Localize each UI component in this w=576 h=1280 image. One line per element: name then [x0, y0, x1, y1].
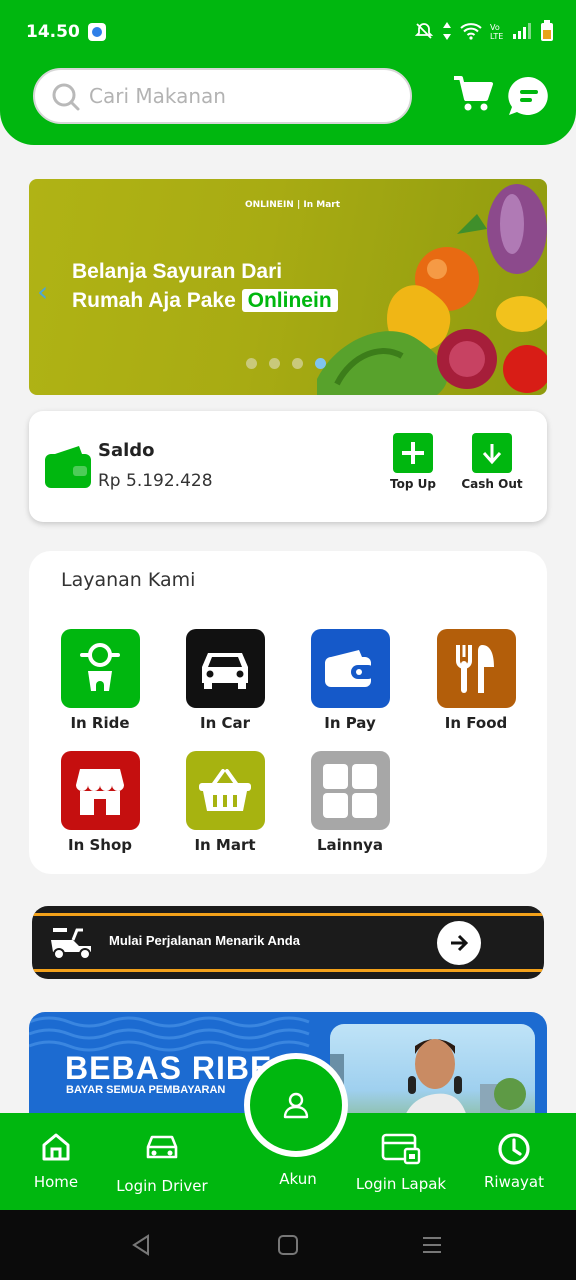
services-title: Layanan Kami — [61, 569, 196, 591]
mute-bell-icon — [414, 23, 434, 39]
payment-banner-title: BEBAS RIBE — [65, 1050, 273, 1086]
svg-text:Vo: Vo — [490, 23, 500, 32]
service-label: In Ride — [70, 714, 130, 732]
carousel-dot[interactable] — [292, 358, 303, 369]
nav-label: Riwayat — [484, 1173, 544, 1191]
service-in-mart[interactable]: In Mart — [180, 751, 270, 854]
battery-icon — [541, 20, 553, 41]
banner-title: Belanja Sayuran Dari Rumah Aja Pake Onli… — [72, 257, 338, 315]
service-lainnya[interactable]: Lainnya — [305, 751, 395, 854]
home-icon — [42, 1133, 70, 1161]
history-icon — [498, 1133, 530, 1165]
carousel-dot-active[interactable] — [315, 358, 326, 369]
basket-icon — [185, 751, 265, 830]
services-section: Layanan Kami In Ride In Car In Pay In Fo… — [29, 551, 547, 874]
search-icon — [52, 83, 80, 111]
banner-title-line2: Rumah Aja Pake Onlinein — [72, 286, 338, 315]
service-in-pay[interactable]: In Pay — [305, 629, 395, 732]
system-navigation-bar — [0, 1210, 576, 1280]
topup-button[interactable]: Top Up — [378, 433, 448, 491]
chat-icon[interactable] — [506, 75, 550, 117]
arrow-right-button[interactable] — [437, 921, 481, 965]
wifi-icon — [460, 23, 482, 40]
nav-akun-label: Akun — [279, 1170, 317, 1188]
carousel-prev-icon[interactable]: ‹ — [37, 275, 48, 308]
banner-title-line1: Belanja Sayuran Dari — [72, 260, 283, 283]
home-square-icon[interactable] — [277, 1234, 299, 1256]
volte-icon: VoLTE — [490, 23, 503, 40]
arrow-down-icon — [472, 433, 512, 473]
carousel-dot[interactable] — [246, 358, 257, 369]
nav-label: Login Lapak — [355, 1175, 447, 1193]
service-label: In Pay — [324, 714, 376, 732]
wallet-pay-icon — [310, 629, 390, 708]
app-notification-icon — [88, 23, 106, 41]
scooter-icon — [60, 629, 140, 708]
balance-label: Saldo — [98, 440, 155, 461]
search-bar[interactable] — [33, 68, 412, 124]
svg-text:LTE: LTE — [490, 32, 503, 40]
vegetables-image — [317, 184, 547, 395]
service-in-shop[interactable]: In Shop — [55, 751, 145, 854]
signal-icon — [513, 23, 531, 39]
promo-stripe — [32, 969, 544, 972]
wallet-icon — [45, 446, 91, 488]
trip-promo-banner[interactable]: Mulai Perjalanan Menarik Anda — [32, 906, 544, 979]
status-icons: Vo LTE — [414, 20, 554, 42]
nav-label: Login Driver — [116, 1177, 208, 1195]
status-time: 14.50 — [26, 22, 80, 42]
scooter-icon — [51, 928, 91, 960]
recent-apps-icon[interactable] — [421, 1235, 443, 1255]
store-card-icon — [381, 1133, 421, 1165]
promo-text: Mulai Perjalanan Menarik Anda — [109, 933, 300, 948]
banner-title-prefix: Rumah Aja Pake — [72, 289, 236, 312]
service-label: In Shop — [67, 836, 132, 854]
nav-riwayat[interactable]: Riwayat — [482, 1131, 546, 1191]
nav-home[interactable]: Home — [30, 1131, 82, 1191]
app-header — [0, 50, 576, 145]
balance-card: Saldo Rp 5.192.428 Top Up Cash Out — [29, 411, 547, 522]
service-label: In Food — [444, 714, 508, 732]
shop-icon — [60, 751, 140, 830]
car-icon — [185, 629, 265, 708]
cashout-button[interactable]: Cash Out — [457, 433, 527, 491]
balance-value: Rp 5.192.428 — [98, 471, 213, 491]
service-in-car[interactable]: In Car — [180, 629, 270, 732]
cashout-label: Cash Out — [461, 477, 523, 491]
nav-akun-button[interactable] — [244, 1053, 348, 1157]
topup-label: Top Up — [390, 477, 436, 491]
arrow-right-icon — [451, 934, 469, 952]
service-label: In Mart — [194, 836, 256, 854]
promo-stripe — [32, 913, 544, 916]
nav-label: Home — [33, 1173, 79, 1191]
nav-login-lapak[interactable]: Login Lapak — [354, 1131, 448, 1193]
back-icon[interactable] — [130, 1234, 152, 1256]
carousel-dots — [246, 358, 326, 369]
fork-knife-icon — [436, 629, 516, 708]
service-in-ride[interactable]: In Ride — [55, 629, 145, 732]
carousel-dot[interactable] — [269, 358, 280, 369]
grid-icon — [310, 751, 390, 830]
data-arrows-icon — [443, 22, 451, 40]
service-label: In Car — [199, 714, 250, 732]
cart-icon[interactable] — [452, 72, 494, 114]
service-in-food[interactable]: In Food — [431, 629, 521, 732]
service-label: Lainnya — [316, 836, 384, 854]
search-input[interactable] — [89, 79, 389, 113]
user-icon — [283, 1092, 309, 1119]
promo-carousel[interactable]: ONLINEIN | In Mart Belanja Sayuran Dari … — [29, 179, 547, 395]
plus-icon — [393, 433, 433, 473]
payment-banner-subtitle: BAYAR SEMUA PEMBAYARAN — [66, 1084, 226, 1096]
nav-login-driver[interactable]: Login Driver — [116, 1131, 208, 1195]
car-outline-icon — [146, 1135, 178, 1159]
